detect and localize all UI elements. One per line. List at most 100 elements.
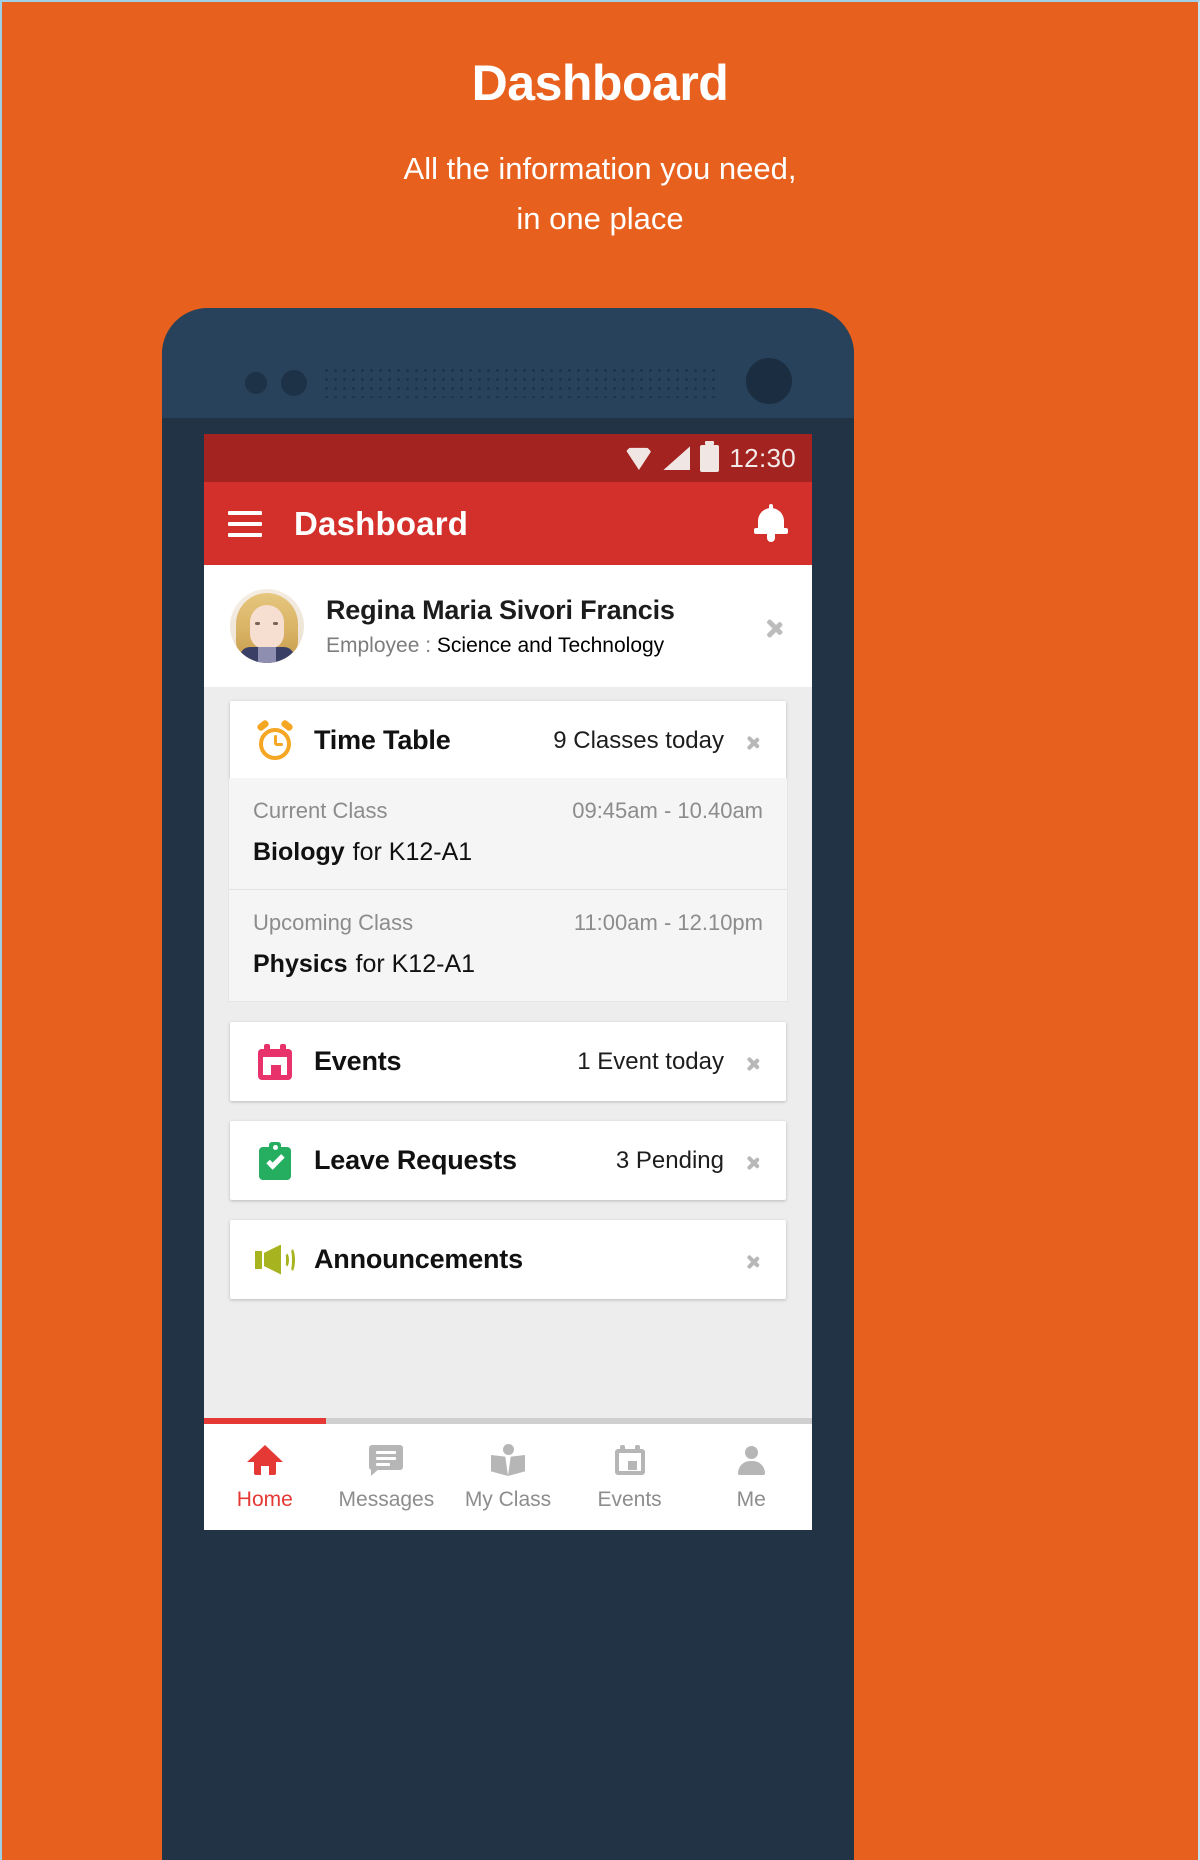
chevron-right-icon[interactable] [766, 608, 786, 644]
nav-item-messages[interactable]: Messages [326, 1440, 448, 1512]
alarm-clock-icon [254, 718, 296, 760]
dashboard-content: Time Table 9 Classes today Current Class… [204, 687, 812, 1299]
person-glyph [736, 1445, 766, 1475]
home-door [260, 1466, 269, 1475]
book-head [502, 1444, 514, 1455]
message-line [376, 1457, 397, 1460]
speaker-glyph [255, 1244, 295, 1276]
bottom-nav-items: Home Messages My Class Events Me [204, 1421, 812, 1530]
profile-header[interactable]: Regina Maria Sivori Francis Employee : S… [204, 565, 812, 687]
person-head [745, 1446, 759, 1459]
message-glyph [369, 1445, 404, 1476]
calendar-icon [569, 1440, 691, 1480]
card-time-table[interactable]: Time Table 9 Classes today [230, 701, 786, 780]
speaker-icon [254, 1244, 296, 1276]
promo-page: Dashboard All the information you need, … [0, 0, 1200, 1860]
front-camera-icon [746, 358, 792, 404]
class-time: 11:00am - 12.10pm [573, 910, 763, 935]
person-icon [690, 1440, 812, 1480]
promo-subtitle-line2: in one place [516, 201, 684, 237]
person-body [738, 1461, 766, 1475]
leave-requests-title: Leave Requests [314, 1145, 517, 1175]
chevron-right-icon[interactable] [746, 1246, 762, 1274]
class-label: Upcoming Class [253, 910, 414, 935]
class-subject: Physics [253, 950, 348, 978]
phone-mockup: 12:30 Dashboard Regina Maria Sivori Fran… [162, 308, 854, 1860]
class-head: Upcoming Class 11:00am - 12.10pm [253, 910, 763, 936]
class-item-upcoming[interactable]: Upcoming Class 11:00am - 12.10pm Physics… [229, 889, 787, 1001]
time-table-row[interactable]: Time Table 9 Classes today [230, 701, 786, 780]
chevron-right-icon[interactable] [746, 1048, 762, 1076]
avatar-face [250, 605, 284, 649]
chevron-right-icon[interactable] [746, 1147, 762, 1175]
message-icon [326, 1440, 448, 1480]
nav-item-events[interactable]: Events [569, 1440, 691, 1512]
app-bar: Dashboard [204, 482, 812, 565]
promo-header: Dashboard All the information you need, … [2, 2, 1198, 244]
bell-clapper-part [767, 533, 775, 542]
bottom-navigation: Home Messages My Class Events Me [204, 1418, 812, 1530]
class-body: Physics for K12-A1 [253, 950, 763, 979]
profile-role-value: Science and Technology [436, 633, 665, 657]
profile-text: Regina Maria Sivori Francis Employee : S… [326, 595, 754, 658]
events-row[interactable]: Events 1 Event today [230, 1022, 786, 1101]
speaker-bar [255, 1250, 262, 1269]
profile-role: Employee : Science and Technology [326, 634, 754, 658]
hamburger-line [228, 510, 262, 515]
calendar-header-bar [258, 1048, 292, 1057]
class-subject: Biology [253, 838, 345, 866]
book-glyph [490, 1444, 525, 1476]
book-icon [447, 1440, 569, 1480]
scroll-indicator[interactable] [204, 1418, 812, 1424]
chevron-right-icon[interactable] [746, 727, 762, 755]
avatar-eye [273, 622, 278, 625]
nav-item-me[interactable]: Me [690, 1440, 812, 1512]
class-section: for K12-A1 [355, 950, 476, 978]
class-body: Biology for K12-A1 [253, 838, 763, 867]
speaker-wave [286, 1246, 295, 1273]
time-table-meta: 9 Classes today [553, 726, 724, 754]
announcements-row[interactable]: Announcements [230, 1220, 786, 1299]
leave-requests-meta: 3 Pending [615, 1146, 724, 1174]
class-label: Current Class [253, 798, 388, 823]
avatar [230, 589, 304, 663]
hamburger-line [228, 521, 262, 526]
nav-label-messages: Messages [338, 1488, 435, 1511]
card-events[interactable]: Events 1 Event today [230, 1022, 786, 1101]
message-tail [371, 1468, 381, 1476]
class-section: for K12-A1 [352, 838, 473, 866]
hamburger-line [228, 532, 262, 537]
page-title: Dashboard [471, 55, 729, 111]
nav-item-home[interactable]: Home [204, 1440, 326, 1512]
card-leave-requests[interactable]: Leave Requests 3 Pending [230, 1121, 786, 1200]
message-line [376, 1451, 397, 1454]
home-glyph [246, 1445, 283, 1475]
speaker-cone [264, 1244, 281, 1275]
class-time: 09:45am - 10.40am [572, 798, 763, 823]
avatar-eye [255, 622, 260, 625]
leave-requests-row[interactable]: Leave Requests 3 Pending [230, 1121, 786, 1200]
hamburger-menu-icon[interactable] [228, 510, 262, 537]
class-item-current[interactable]: Current Class 09:45am - 10.40am Biology f… [229, 778, 787, 889]
status-bar: 12:30 [204, 434, 812, 482]
app-bar-title: Dashboard [294, 504, 469, 542]
events-meta: 1 Event today [577, 1047, 724, 1075]
nav-item-my-class[interactable]: My Class [447, 1440, 569, 1512]
clipboard-hole [273, 1144, 278, 1150]
bell-icon[interactable] [754, 503, 788, 542]
card-announcements[interactable]: Announcements [230, 1220, 786, 1299]
message-line [376, 1463, 391, 1466]
time-table-title: Time Table [314, 725, 451, 755]
nav-label-home: Home [236, 1488, 293, 1511]
nav-label-my-class: My Class [464, 1488, 552, 1511]
sensor-dot-icon [245, 372, 267, 394]
calendar-day-marker [271, 1064, 281, 1075]
avatar-shirt-detail [258, 647, 276, 663]
nav-label-events: Events [597, 1488, 662, 1511]
signal-icon [663, 446, 691, 470]
scroll-indicator-fill [204, 1418, 326, 1424]
class-head: Current Class 09:45am - 10.40am [253, 798, 763, 824]
announcements-title: Announcements [314, 1244, 523, 1274]
